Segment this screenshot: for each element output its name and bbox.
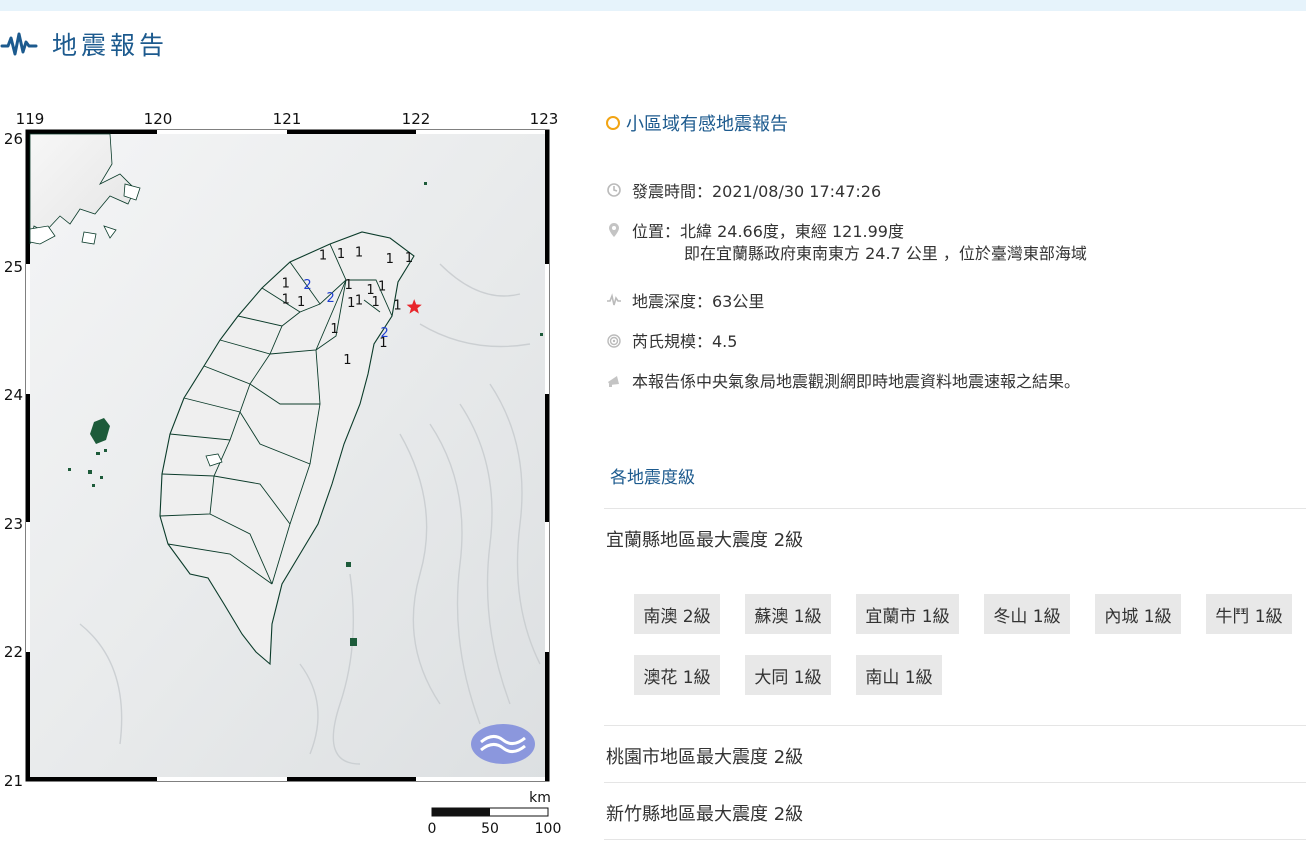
station-badge: 南澳 2級: [634, 594, 720, 634]
intensity-marker: 1: [386, 252, 394, 267]
map-canvas: 119 120 121 122 123 26 25 24 23 22 21 11…: [4, 110, 562, 837]
intensity-marker: 1: [337, 247, 345, 262]
field-depth: 地震深度：63公里: [606, 291, 1306, 331]
location-detail-text: 即在宜蘭縣政府東南東方 24.7 公里 ，位於臺灣東部海域: [684, 244, 1087, 263]
top-banner: [0, 0, 1306, 11]
station-badge: 內城 1級: [1095, 594, 1181, 634]
intensity-marker: 1: [355, 246, 363, 261]
scale-bar: km 0 50 100: [428, 790, 562, 837]
lon-label-120: 120: [144, 110, 173, 128]
station-badge: 大同 1級: [745, 655, 831, 695]
intensity-marker: 1: [378, 279, 386, 294]
latitude-labels: 26 25 24 23 22 21: [4, 130, 23, 790]
lon-label-122: 122: [402, 110, 431, 128]
ring-icon: [606, 116, 620, 130]
station-badge: 澳花 1級: [634, 655, 720, 695]
intensity-marker: 1: [297, 295, 305, 310]
clock-icon: [607, 183, 621, 197]
page-header: 地震報告: [0, 24, 168, 64]
intensity-marker: 1: [282, 292, 290, 307]
intensity-marker: 1: [355, 294, 363, 309]
station-badge: 冬山 1級: [984, 594, 1070, 634]
station-badge: 宜蘭市 1級: [856, 594, 959, 634]
county-label: 新竹縣地區最大震度 2級: [606, 804, 804, 825]
station-badge: 南山 1級: [856, 655, 942, 695]
logo-emblem-icon: [471, 724, 535, 764]
intensity-marker: 1: [393, 299, 401, 314]
scale-label-50: 50: [481, 821, 499, 837]
intensity-marker: 1: [405, 251, 413, 266]
intensity-marker: 2: [303, 278, 311, 293]
field-magnitude: 芮氏規模：4.5: [606, 331, 1306, 371]
intensity-marker: 1: [345, 278, 353, 293]
lat-label-24: 24: [4, 386, 23, 404]
county-row-taoyuan[interactable]: 桃園市地區最大震度 2級: [604, 725, 1306, 782]
earthquake-map: 119 120 121 122 123 26 25 24 23 22 21 11…: [0, 104, 566, 844]
county-label: 桃園市地區最大震度 2級: [606, 747, 804, 768]
county-label: 宜蘭縣地區最大震度 2級: [606, 530, 804, 551]
lat-label-22: 22: [4, 643, 23, 661]
lat-label-23: 23: [4, 515, 23, 533]
waveform-icon: [0, 32, 38, 56]
intensity-section-title: 各地震度級: [610, 468, 695, 488]
intensity-marker: 1: [379, 336, 387, 351]
station-badge: 牛鬥 1級: [1206, 594, 1292, 634]
magnitude-text: 芮氏規模：4.5: [632, 332, 738, 351]
lat-label-26: 26: [4, 130, 23, 148]
intensity-marker: 1: [330, 322, 338, 337]
scale-unit: km: [529, 790, 551, 806]
report-info: 小區域有感地震報告 發震時間：2021/08/30 17:47:26 位置：北緯…: [606, 110, 1306, 411]
intensity-marker: 1: [343, 353, 351, 368]
intensity-marker: 2: [327, 291, 335, 306]
lat-label-25: 25: [4, 258, 23, 276]
report-fields: 發震時間：2021/08/30 17:47:26 位置：北緯 24.66度，東經…: [606, 181, 1306, 411]
intensity-marker: 1: [282, 277, 290, 292]
report-type: 小區域有感地震報告: [606, 110, 1306, 136]
lat-label-21: 21: [4, 772, 23, 790]
county-row-yilan[interactable]: 宜蘭縣地區最大震度 2級: [604, 508, 1306, 565]
lon-label-121: 121: [273, 110, 302, 128]
scale-label-100: 100: [535, 821, 562, 837]
lon-label-123: 123: [530, 110, 559, 128]
location-text: 位置：北緯 24.66度，東經 121.99度: [632, 222, 904, 241]
depth-icon: [607, 293, 621, 306]
station-badge: 蘇澳 1級: [745, 594, 831, 634]
magnitude-icon: [607, 334, 621, 348]
lon-label-119: 119: [16, 110, 45, 128]
intensity-marker: 1: [372, 295, 380, 310]
longitude-labels: 119 120 121 122 123: [16, 110, 559, 128]
location-pin-icon: [609, 223, 619, 237]
field-location: 位置：北緯 24.66度，東經 121.99度 即在宜蘭縣政府東南東方 24.7…: [606, 221, 1306, 291]
note-text: 本報告係中央氣象局地震觀測網即時地震資料地震速報之結果。: [632, 372, 1081, 391]
page-title: 地震報告: [52, 31, 169, 60]
scale-label-0: 0: [428, 821, 437, 837]
depth-text: 地震深度：63公里: [632, 292, 765, 311]
field-time: 發震時間：2021/08/30 17:47:26: [606, 181, 1306, 221]
county-row-hsinchu[interactable]: 新竹縣地區最大震度 2級: [604, 782, 1306, 840]
time-text: 發震時間：2021/08/30 17:47:26: [632, 182, 882, 201]
field-note: 本報告係中央氣象局地震觀測網即時地震資料地震速報之結果。: [606, 371, 1306, 411]
megaphone-icon: [608, 376, 619, 387]
intensity-marker: 1: [319, 248, 327, 263]
report-type-label: 小區域有感地震報告: [626, 114, 788, 135]
